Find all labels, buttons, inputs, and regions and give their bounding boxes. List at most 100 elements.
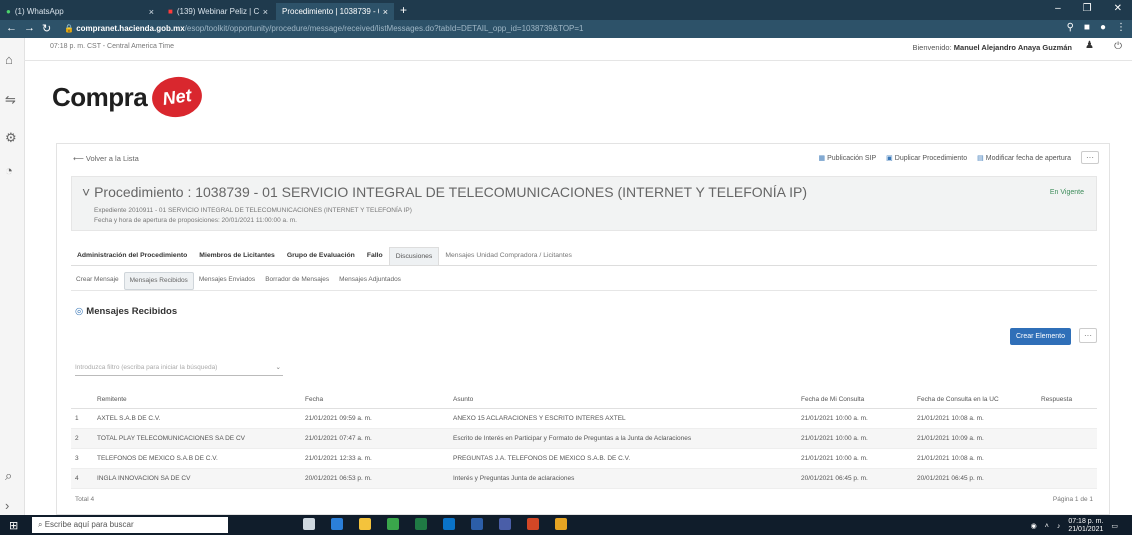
network-icon[interactable]: ⚙: [5, 130, 17, 146]
collapse-chevron-icon: ˅: [82, 184, 91, 200]
notifications-icon[interactable]: ▭: [1111, 522, 1118, 530]
teams-icon[interactable]: [499, 518, 511, 530]
top-info-bar: 07:18 p. m. CST - Central America Time B…: [24, 38, 1132, 61]
browser-tab-procedimiento[interactable]: Procedimiento | 1038739 - 01 S ×: [276, 3, 394, 20]
procedure-card: ⟵ Volver a la Lista ▦ Publicación SIP ▣ Du…: [56, 143, 1110, 515]
minimize-icon[interactable]: –: [1055, 3, 1061, 14]
edge-icon[interactable]: [331, 518, 343, 530]
column-consulta-uc[interactable]: Fecha de Consulta en la UC: [913, 390, 1037, 409]
procedure-title[interactable]: ˅ Procedimiento : 1038739 - 01 SERVICIO …: [82, 184, 807, 200]
tab-grupo-evaluacion[interactable]: Grupo de Evaluación: [281, 247, 361, 265]
key-icon[interactable]: ⚲: [1067, 22, 1074, 33]
task-view-icon[interactable]: [303, 518, 315, 530]
compranet-logo-badge: Net: [149, 73, 205, 121]
tab-fallo[interactable]: Fallo: [361, 247, 389, 265]
chevron-down-icon[interactable]: ⌄: [276, 361, 281, 375]
close-tab-icon[interactable]: ×: [383, 7, 388, 17]
file-explorer-icon[interactable]: [359, 518, 371, 530]
subtab-mensajes-recibidos[interactable]: Mensajes Recibidos: [123, 272, 194, 290]
search-icon[interactable]: ⌕: [5, 468, 12, 484]
column-respuesta[interactable]: Respuesta: [1037, 390, 1097, 409]
column-mi-consulta[interactable]: Fecha de Mi Consulta: [797, 390, 913, 409]
more-options-button[interactable]: ···: [1079, 328, 1097, 343]
message-subject-link[interactable]: Interés y Preguntas Junta de aclaracione…: [449, 468, 797, 489]
column-asunto[interactable]: Asunto: [449, 390, 797, 409]
column-fecha[interactable]: Fecha: [301, 390, 449, 409]
subtab-mensajes-enviados[interactable]: Mensajes Enviados: [194, 272, 260, 290]
table-pager[interactable]: Página 1 de 1: [1053, 496, 1093, 503]
tab-discusiones[interactable]: Discusiones: [388, 247, 440, 265]
expediente-label: Expediente 2010911 - 01 SERVICIO INTEGRA…: [94, 207, 412, 214]
tasks-icon[interactable]: ⇋: [5, 92, 16, 108]
message-subject-link[interactable]: PREGUNTAS J.A. TELEFONOS DE MEXICO S.A.B…: [449, 448, 797, 469]
procedure-summary: ˅ Procedimiento : 1038739 - 01 SERVICIO …: [71, 176, 1097, 231]
table-row[interactable]: 4 INGLA INNOVACION SA DE CV 20/01/2021 0…: [71, 468, 1097, 489]
tray-chevron-icon[interactable]: ˄: [1045, 523, 1049, 530]
calendar-icon: ▤: [977, 154, 984, 162]
browser-tab-whatsapp[interactable]: ● (1) WhatsApp ×: [0, 3, 160, 20]
publish-sip-button[interactable]: ▦ Publicación SIP: [819, 154, 877, 162]
collapse-icon[interactable]: ›: [5, 498, 9, 513]
back-arrow-icon[interactable]: ←: [6, 22, 17, 34]
tab-mensajes-uc[interactable]: Mensajes Unidad Compradora / Licitantes: [439, 247, 578, 265]
powerpoint-icon[interactable]: [527, 518, 539, 530]
logout-icon[interactable]: ⏻: [1114, 41, 1122, 52]
back-to-list-link[interactable]: ⟵ Volver a la Lista: [73, 154, 139, 163]
tab-administracion[interactable]: Administración del Procedimiento: [71, 247, 193, 265]
table-row[interactable]: 2 TOTAL PLAY TELECOMUNICACIONES SA DE CV…: [71, 428, 1097, 449]
left-sidebar: ⌂ ⇋ ⚙ ◔ ⌕ ›: [0, 38, 25, 515]
welcome-label: Bienvenido: Manuel Alejandro Anaya Guzmá…: [912, 43, 1072, 52]
home-icon[interactable]: ⌂: [5, 52, 13, 67]
create-element-button[interactable]: Crear Elemento: [1009, 328, 1071, 345]
duplicate-button[interactable]: ▣ Duplicar Procedimiento: [886, 154, 967, 162]
word-icon[interactable]: [471, 518, 483, 530]
modify-date-button[interactable]: ▤ Modificar fecha de apertura: [977, 154, 1071, 162]
subtab-adjuntados[interactable]: Mensajes Adjuntados: [334, 272, 406, 290]
taskbar-apps: [303, 518, 567, 530]
profile-icon[interactable]: ●: [1100, 22, 1106, 33]
windows-start-icon[interactable]: ⊞: [9, 519, 18, 532]
messages-table: Remitente Fecha Asunto Fecha de Mi Consu…: [71, 390, 1097, 489]
taskbar-search-input[interactable]: ⌕ Escribe aquí para buscar: [32, 517, 228, 533]
network-status-icon[interactable]: ◉: [1031, 522, 1037, 530]
forward-arrow-icon[interactable]: →: [24, 22, 35, 34]
address-bar: ← → ↻ 🔒 compranet.hacienda.gob.mx/esop/t…: [0, 20, 1132, 38]
message-subject-link[interactable]: ANEXO 15 ACLARACIONES Y ESCRITO INTERES …: [449, 408, 797, 429]
table-total: Total 4: [75, 496, 95, 503]
procedure-actions: ▦ Publicación SIP ▣ Duplicar Procedimiento…: [819, 151, 1099, 164]
new-tab-icon[interactable]: +: [400, 3, 407, 17]
clock[interactable]: 07:18 p. m. 21/01/2021: [1068, 518, 1103, 534]
tab-miembros[interactable]: Miembros de Licitantes: [193, 247, 281, 265]
sticky-notes-icon[interactable]: [555, 518, 567, 530]
sub-tabs: Crear Mensaje Mensajes Recibidos Mensaje…: [71, 272, 1097, 291]
subtab-crear-mensaje[interactable]: Crear Mensaje: [71, 272, 124, 290]
more-options-button[interactable]: ···: [1081, 151, 1099, 164]
url-field[interactable]: 🔒 compranet.hacienda.gob.mx/esop/toolkit…: [64, 22, 1024, 36]
maximize-icon[interactable]: ❐: [1083, 3, 1092, 14]
extension-icon[interactable]: ■: [1084, 22, 1090, 33]
excel-icon[interactable]: [415, 518, 427, 530]
chrome-icon[interactable]: [387, 518, 399, 530]
close-tab-icon[interactable]: ×: [263, 7, 268, 17]
filter-input[interactable]: Introduzca filtro (escriba para iniciar …: [75, 361, 283, 376]
whatsapp-icon: ●: [6, 7, 11, 16]
message-subject-link[interactable]: Escrito de Interés en Participar y Forma…: [449, 428, 797, 449]
timezone-label: 07:18 p. m. CST - Central America Time: [50, 43, 174, 50]
subtab-borrador[interactable]: Borrador de Mensajes: [260, 272, 334, 290]
browser-tab-webinar[interactable]: ■ (139) Webinar Peliz | Conecta ×: [162, 3, 274, 20]
compranet-logo: Compra: [52, 82, 148, 112]
column-remitente[interactable]: Remitente: [93, 390, 301, 409]
menu-dots-icon[interactable]: ⋮: [1116, 22, 1126, 33]
table-row[interactable]: 3 TELEFONOS DE MEXICO S.A.B DE C.V. 21/0…: [71, 448, 1097, 469]
info-circle-icon: ◎: [75, 306, 84, 317]
outlook-icon[interactable]: [443, 518, 455, 530]
chart-icon[interactable]: ◔: [5, 163, 13, 178]
volume-icon[interactable]: ♪: [1057, 523, 1061, 530]
arrow-left-icon: ⟵: [73, 154, 84, 163]
close-tab-icon[interactable]: ×: [149, 7, 154, 17]
user-icon[interactable]: ♟: [1085, 40, 1094, 51]
user-name[interactable]: Manuel Alejandro Anaya Guzmán: [954, 43, 1072, 52]
table-row[interactable]: 1 AXTEL S.A.B DE C.V. 21/01/2021 09:59 a…: [71, 408, 1097, 429]
close-window-icon[interactable]: ✕: [1114, 3, 1122, 14]
reload-icon[interactable]: ↻: [42, 22, 51, 35]
